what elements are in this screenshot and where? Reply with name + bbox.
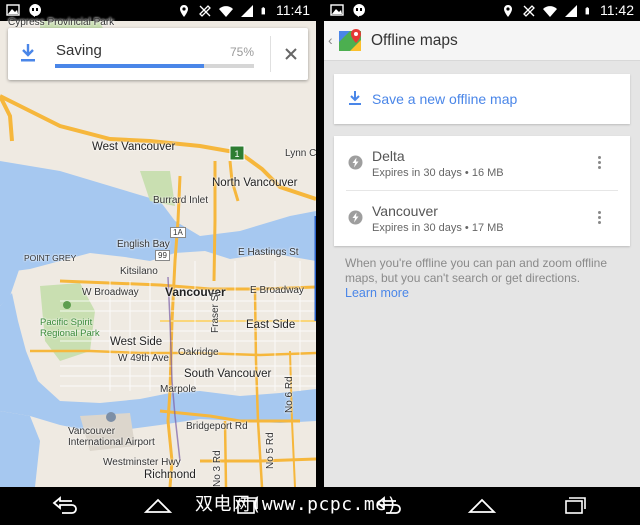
page-title: Offline maps [371,32,458,49]
offline-map-name: Delta [372,148,405,164]
lightning-icon [348,155,363,170]
map-label-west-side: West Side [110,336,163,348]
saving-card: Saving 75% [8,28,308,80]
list-item-delta[interactable]: Delta Expires in 30 days • 16 MB [334,136,630,191]
saving-percent: 75% [229,45,254,59]
back-chevron-icon[interactable]: ‹ [328,32,333,48]
offline-map-name: Vancouver [372,203,438,219]
home-nav-icon[interactable] [467,495,497,517]
back-nav-icon[interactable] [50,495,80,517]
map-label-west-vancouver: West Vancouver [92,141,176,153]
wifi-icon [543,5,557,17]
map-label-richmond: Richmond [144,469,196,481]
map-label-hwy-99: 99 [155,250,170,261]
map-label-point-grey: POINT GREY [24,253,77,263]
map-label-no3: No 3 Rd [212,450,223,487]
download-icon [349,91,361,105]
vibrate-icon [523,4,535,17]
vibrate-icon [199,4,211,17]
action-bar: ‹ Offline maps [324,21,640,61]
list-item-vancouver[interactable]: Vancouver Expires in 30 days • 17 MB [334,191,630,245]
map-label-north-vancouver: North Vancouver [212,177,298,189]
signal-icon [565,4,577,17]
lightning-icon [348,210,363,225]
battery-icon [585,6,589,14]
map-label-w-49th: W 49th Ave [118,353,169,364]
map-label-bridgeport: Bridgeport Rd [186,421,248,432]
save-new-offline-map-button[interactable]: Save a new offline map [334,74,630,124]
map-label-province-park: Cypress Provincial Park [8,17,115,28]
map-label-e-broadway: E Broadway [250,285,304,296]
offline-map-meta: Expires in 30 days • 17 MB [372,222,504,234]
saving-title: Saving [56,42,102,59]
map-label-kitsilano: Kitsilano [120,266,158,277]
home-nav-icon[interactable] [143,495,173,517]
saving-divider [270,36,271,72]
image-notification-icon [330,4,344,16]
map-label-e-hastings: E Hastings St [238,247,299,258]
map-label-oakridge: Oakridge [178,347,219,358]
more-options-button[interactable] [592,207,606,227]
hangouts-notification-icon [29,4,41,17]
svg-text:1: 1 [234,149,239,159]
watermark-text: 双电网(www.pcpc.me) [195,494,398,515]
left-phone-screen: 11:41 1 Cypress Provincial Park West Van… [0,0,316,487]
map-label-lynn-canyon: Lynn Ca [285,148,316,159]
screenshot-root: 11:41 1 Cypress Provincial Park West Van… [0,0,640,525]
offline-info: When you're offline you can pan and zoom… [345,256,625,301]
status-time: 11:41 [276,2,310,18]
recents-nav-icon[interactable] [560,495,590,517]
image-notification-icon [6,4,20,16]
saving-progress-bar [55,64,254,68]
hangouts-notification-icon [353,4,365,17]
map-label-pacific-spirit: Pacific Spirit Regional Park [40,317,100,339]
map-label-burrard-inlet: Burrard Inlet [153,195,209,206]
offline-maps-list: Delta Expires in 30 days • 16 MB Vancouv… [334,136,630,246]
cancel-save-button[interactable] [278,41,304,67]
map-label-westminster: Westminster Hwy [103,457,181,468]
map-label-marpole: Marpole [160,384,197,395]
status-bar: 11:42 [324,0,640,21]
map-label-english-bay: English Bay [117,239,170,250]
map-label-south-vancouver: South Vancouver [184,368,272,380]
map-label-no6: No 6 Rd [284,376,295,413]
right-phone-screen: 11:42 ‹ Offline maps Save a new offline … [324,0,640,487]
offline-map-meta: Expires in 30 days • 16 MB [372,167,504,179]
park-icon [63,301,71,309]
signal-icon [241,4,253,17]
save-new-offline-map-label: Save a new offline map [372,91,518,107]
battery-icon [261,6,265,14]
download-icon [21,44,35,62]
highway-1-shield-icon: 1 [229,145,245,161]
offline-info-text: When you're offline you can pan and zoom… [345,256,608,285]
map-label-airport: Vancouver International Airport [68,426,155,448]
map-label-w-broadway: W Broadway [82,287,139,298]
more-options-button[interactable] [592,152,606,172]
location-icon [504,4,512,17]
close-icon [285,48,297,60]
map-label-fraser-st: Fraser St [210,291,221,333]
wifi-icon [219,5,233,17]
airport-icon [106,412,116,422]
map-label-east-side: East Side [246,319,296,331]
google-maps-logo-icon[interactable] [338,28,364,54]
status-time: 11:42 [600,2,634,18]
map-label-hwy-1a: 1A [170,227,186,238]
learn-more-link[interactable]: Learn more [345,286,409,300]
location-icon [180,4,188,17]
saving-progress-fill [55,64,205,68]
map-label-no5: No 5 Rd [265,432,276,469]
map-view[interactable]: 1 Cypress Provincial Park West Vancouver… [0,17,316,487]
